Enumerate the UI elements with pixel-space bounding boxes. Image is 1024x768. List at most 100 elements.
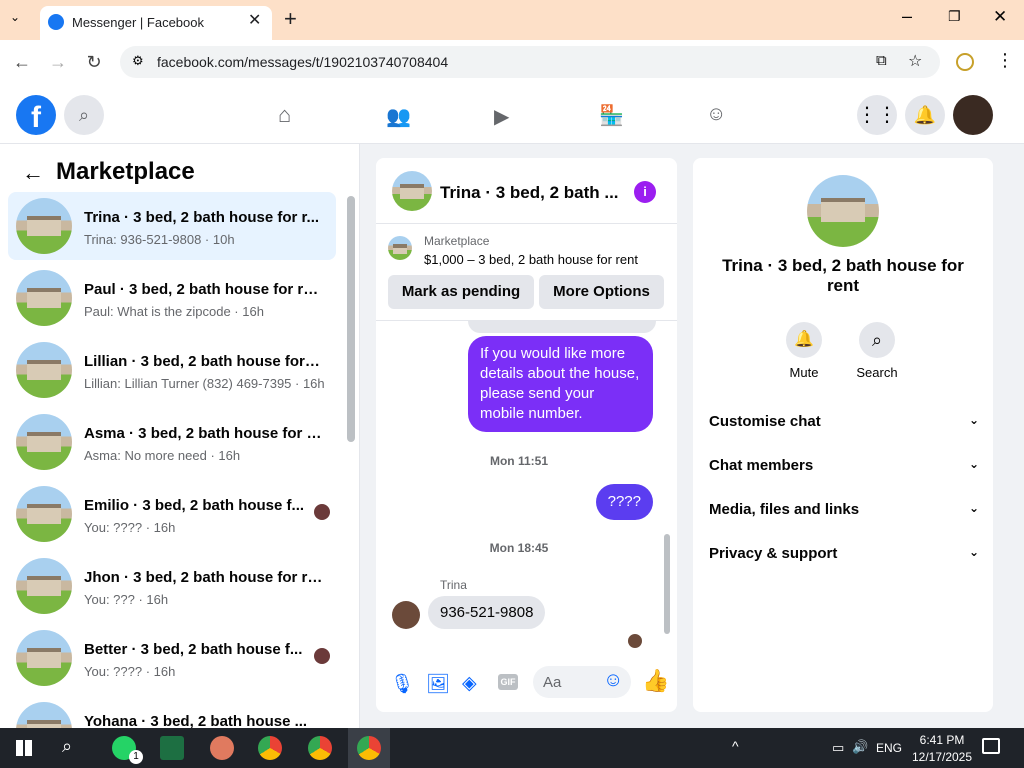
accordion-privacy-support[interactable]: Privacy & support ⌄	[709, 545, 979, 562]
new-tab-icon[interactable]: +	[284, 6, 297, 32]
conversation-preview: Lillian: Lillian Turner (832) 469-7395 ·…	[84, 376, 325, 391]
chrome-icon	[357, 736, 381, 760]
search-icon[interactable]: ⌕	[64, 95, 104, 135]
home-icon[interactable]: ⌂	[278, 102, 291, 128]
browser-tab[interactable]: Messenger | Facebook ✕	[40, 6, 272, 40]
video-icon[interactable]: ▶	[494, 104, 509, 129]
conversation-item[interactable]: Emilio · 3 bed, 2 bath house f... You: ??…	[8, 480, 336, 548]
windows-start-icon[interactable]	[16, 740, 32, 756]
clock-time[interactable]: 6:41 PM	[912, 733, 972, 747]
chrome-icon[interactable]	[258, 736, 282, 760]
conversation-item[interactable]: Lillian · 3 bed, 2 bath house for r... Li…	[8, 336, 336, 404]
conversation-item[interactable]: Trina · 3 bed, 2 bath house for r... Trin…	[8, 192, 336, 260]
mute-bell-icon[interactable]: 🔔	[786, 322, 822, 358]
install-app-icon[interactable]: ⧉	[876, 52, 887, 69]
listing-thumbnail	[16, 630, 72, 686]
chrome-profile-icon[interactable]	[308, 736, 332, 760]
listing-thumbnail	[388, 236, 412, 260]
search-label: Search	[856, 365, 898, 380]
accordion-customise-chat[interactable]: Customise chat ⌄	[709, 413, 979, 430]
forward-icon[interactable]: →	[46, 52, 70, 73]
sticker-icon[interactable]: ◈	[462, 672, 477, 695]
microphone-icon[interactable]: 🎙	[390, 672, 414, 696]
conversation-name: Asma · 3 bed, 2 bath house for r...	[84, 425, 324, 442]
conversation-item[interactable]: Paul · 3 bed, 2 bath house for rent Paul:…	[8, 264, 336, 332]
accordion-chat-members[interactable]: Chat members ⌄	[709, 457, 979, 474]
notifications-bell-icon[interactable]: 🔔	[905, 95, 945, 135]
read-receipt-avatar	[628, 634, 642, 648]
browser-menu-icon[interactable]: ⋮	[996, 50, 1014, 71]
tab-title: Messenger | Facebook	[72, 15, 204, 30]
conversation-item[interactable]: Asma · 3 bed, 2 bath house for r... Asma:…	[8, 408, 336, 476]
sender-name: Trina	[440, 578, 467, 592]
tray-chevron-icon[interactable]: ^	[732, 738, 739, 754]
timestamp: Mon 18:45	[489, 541, 549, 555]
incoming-message: 936-521-9808	[428, 596, 546, 629]
chat-info-icon[interactable]: i	[634, 181, 656, 203]
bookmark-star-icon[interactable]: ☆	[908, 51, 922, 71]
conversation-name: Trina · 3 bed, 2 bath house for r...	[84, 209, 320, 226]
photo-icon[interactable]: 🖼	[426, 672, 450, 696]
listing-thumbnail	[16, 702, 72, 728]
chat-info-panel: Trina · 3 bed, 2 bath house for rent 🔔 M…	[693, 158, 993, 712]
search-icon[interactable]: ⌕	[859, 322, 895, 358]
message-input[interactable]: Aa ☺	[533, 666, 631, 698]
back-arrow-icon[interactable]: ←	[22, 160, 44, 186]
conversation-item[interactable]: Better · 3 bed, 2 bath house f... You: ??…	[8, 624, 336, 692]
excel-icon[interactable]	[160, 736, 184, 760]
listing-title[interactable]: $1,000 – 3 bed, 2 bath house for rent	[424, 252, 638, 267]
menu-grid-icon[interactable]: ⋮⋮	[857, 95, 897, 135]
friends-icon[interactable]: 👥	[386, 104, 411, 129]
mute-label: Mute	[789, 365, 819, 380]
chat-scrollbar[interactable]	[664, 534, 670, 634]
sender-avatar	[392, 601, 420, 629]
conversation-item[interactable]: Yohana · 3 bed, 2 bath house ...	[8, 696, 336, 728]
network-icon[interactable]: ▭	[832, 740, 844, 756]
profile-icon[interactable]	[956, 53, 974, 71]
gif-icon[interactable]: GIF	[498, 674, 518, 690]
read-receipt-avatar	[314, 504, 330, 520]
facebook-favicon-icon	[48, 14, 64, 30]
language-indicator[interactable]: ENG	[876, 741, 902, 755]
chevron-down-icon: ⌄	[968, 457, 979, 471]
chevron-down-icon: ⌄	[968, 545, 979, 559]
browser-tab-bar: ⌄ Messenger | Facebook ✕ + – ❐ ✕	[0, 0, 1024, 40]
paint-icon[interactable]	[210, 736, 234, 760]
minimize-icon[interactable]: –	[902, 6, 912, 27]
site-settings-icon[interactable]: ⚙	[132, 53, 144, 69]
info-title: Trina · 3 bed, 2 bath house for rent	[722, 256, 964, 295]
conversation-preview: Paul: What is the zipcode · 16h	[84, 304, 264, 319]
conversation-preview: Asma: No more need · 16h	[84, 448, 241, 463]
facebook-logo-icon[interactable]: f	[16, 95, 56, 135]
notifications-center-icon[interactable]	[982, 738, 1000, 754]
emoji-icon[interactable]: ☺	[603, 669, 623, 692]
conversation-name: Emilio · 3 bed, 2 bath house f...	[84, 497, 305, 514]
outgoing-message: If you would like more details about the…	[468, 336, 653, 432]
read-receipt-avatar	[314, 648, 330, 664]
groups-icon[interactable]: ☺	[706, 103, 726, 126]
chrome-active-task[interactable]	[348, 728, 390, 768]
sidebar-scrollbar[interactable]	[347, 196, 355, 442]
back-icon[interactable]: ←	[10, 52, 34, 73]
mark-pending-button[interactable]: Mark as pending	[388, 275, 534, 309]
maximize-icon[interactable]: ❐	[948, 8, 961, 25]
chevron-down-icon: ⌄	[968, 413, 979, 427]
marketplace-icon[interactable]: 🏪	[599, 103, 624, 128]
url-field[interactable]: ⚙ facebook.com/messages/t/19021037407084…	[120, 46, 940, 78]
accordion-media-files[interactable]: Media, files and links ⌄	[709, 501, 979, 518]
close-tab-icon[interactable]: ✕	[248, 10, 261, 30]
conversation-item[interactable]: Jhon · 3 bed, 2 bath house for re... You:…	[8, 552, 336, 620]
more-options-button[interactable]: More Options	[539, 275, 664, 309]
tab-list-icon[interactable]: ⌄	[10, 10, 20, 24]
url-text: facebook.com/messages/t/1902103740708404	[157, 54, 449, 70]
close-window-icon[interactable]: ✕	[993, 7, 1007, 27]
like-icon[interactable]: 👍	[642, 668, 669, 694]
speaker-icon[interactable]: 🔊	[852, 739, 868, 755]
chat-title[interactable]: Trina · 3 bed, 2 bath ...	[440, 183, 619, 203]
clock-date[interactable]: 12/17/2025	[904, 750, 980, 764]
taskbar-search-icon[interactable]: ⌕	[62, 736, 72, 757]
listing-thumbnail	[16, 414, 72, 470]
reload-icon[interactable]: ↻	[82, 52, 106, 73]
listing-thumbnail	[16, 342, 72, 398]
account-avatar[interactable]	[953, 95, 993, 135]
